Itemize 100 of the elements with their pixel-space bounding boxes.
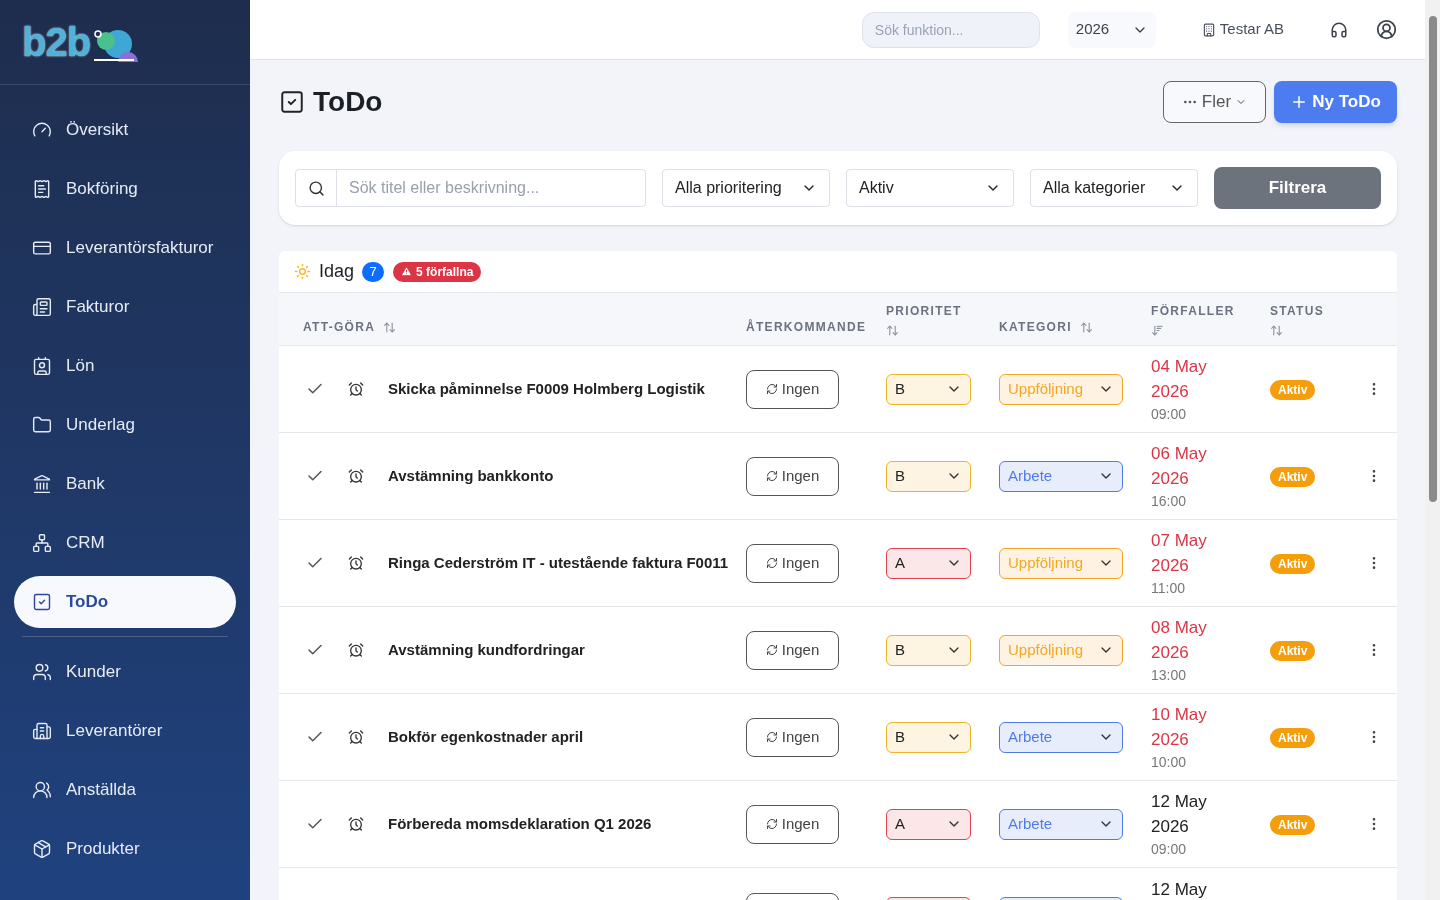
column-header: ÅTERKOMMANDE bbox=[746, 318, 867, 336]
due-date: 08 May bbox=[1151, 617, 1208, 639]
checkbox-icon bbox=[32, 591, 52, 612]
sort-icon[interactable] bbox=[886, 323, 899, 337]
priority-select[interactable]: B bbox=[886, 634, 971, 666]
priority-select[interactable]: B bbox=[886, 460, 971, 492]
priority-select[interactable]: B bbox=[886, 721, 971, 753]
due-time: 13:00 bbox=[1151, 666, 1188, 685]
sidebar-item[interactable]: Leverantörsfakturor bbox=[14, 221, 236, 274]
repeat-icon bbox=[765, 731, 778, 743]
priority-select[interactable]: A bbox=[886, 547, 971, 579]
priority-select[interactable]: A bbox=[886, 808, 971, 840]
logo-text: b2b bbox=[22, 22, 91, 62]
filter-button[interactable]: Filtrera bbox=[1214, 167, 1381, 209]
task-title: Skicka påminnelse F0009 Holmberg Logistik bbox=[388, 378, 706, 399]
people-icon bbox=[32, 779, 52, 800]
task-search-field[interactable]: Sök titel eller beskrivning... bbox=[295, 169, 646, 207]
recurrence-button[interactable]: Ingen bbox=[746, 804, 839, 844]
scrollbar-thumb[interactable] bbox=[1428, 16, 1437, 502]
due-date: 10 May bbox=[1151, 704, 1208, 726]
building-icon bbox=[1201, 22, 1216, 37]
year-select[interactable]: 2026 bbox=[1067, 11, 1156, 48]
recurrence-button[interactable]: Ingen bbox=[746, 543, 839, 583]
repeat-icon bbox=[765, 557, 778, 569]
company-button[interactable]: Testar AB bbox=[1201, 18, 1284, 41]
sidebar-item[interactable]: Fakturor bbox=[14, 280, 236, 333]
filter-select[interactable]: Alla kategorier bbox=[1030, 169, 1198, 207]
box-icon bbox=[32, 838, 52, 859]
alarm-clock-icon[interactable] bbox=[348, 381, 364, 397]
sort-icon[interactable] bbox=[1079, 320, 1093, 334]
alarm-clock-icon[interactable] bbox=[348, 468, 364, 484]
page-title: ToDo bbox=[313, 85, 383, 119]
document-icon bbox=[32, 296, 52, 317]
network-icon bbox=[32, 532, 52, 553]
status-badge: Aktiv bbox=[1270, 641, 1316, 661]
status-badge: Aktiv bbox=[1270, 467, 1316, 487]
due-year: 2026 bbox=[1151, 816, 1190, 838]
priority-select[interactable]: B bbox=[886, 373, 971, 405]
status-badge: Aktiv bbox=[1270, 728, 1316, 748]
due-time: 09:00 bbox=[1151, 405, 1188, 424]
folder-icon bbox=[32, 414, 52, 435]
task-title: Avstämning kundfordringar bbox=[388, 639, 586, 660]
repeat-icon bbox=[765, 644, 778, 656]
due-year: 2026 bbox=[1151, 642, 1190, 664]
alarm-clock-icon[interactable] bbox=[348, 729, 364, 745]
repeat-icon bbox=[765, 383, 778, 395]
due-time: 09:00 bbox=[1151, 840, 1188, 859]
due-time: 10:00 bbox=[1151, 753, 1188, 772]
sidebar-item[interactable]: Kunder bbox=[14, 645, 236, 698]
due-date: 04 May bbox=[1151, 356, 1208, 378]
due-date: 12 May bbox=[1151, 791, 1208, 813]
alarm-clock-icon[interactable] bbox=[348, 816, 364, 832]
search-icon bbox=[307, 179, 325, 197]
recurrence-button[interactable]: Ingen bbox=[746, 630, 839, 670]
more-button[interactable]: Fler bbox=[1163, 81, 1266, 123]
task-title: Ringa Cederström IT - utestående faktura F0011 bbox=[388, 552, 730, 573]
due-date: 12 May bbox=[1151, 879, 1208, 900]
sidebar-item[interactable]: Lön bbox=[14, 339, 236, 392]
filter-select[interactable]: Aktiv bbox=[846, 169, 1014, 207]
sort-icon[interactable] bbox=[383, 320, 397, 334]
checkbox-icon bbox=[279, 89, 305, 115]
sidebar-item[interactable]: Översikt bbox=[14, 103, 236, 156]
sidebar-item[interactable]: Bank bbox=[14, 457, 236, 510]
column-header: KATEGORI bbox=[999, 319, 1072, 336]
task-title: Förbereda momsdeklaration Q1 2026 bbox=[388, 813, 653, 834]
users-icon bbox=[32, 661, 52, 682]
filter-select[interactable]: Alla prioritering bbox=[662, 169, 830, 207]
sidebar-item[interactable]: Leverantörer bbox=[14, 704, 236, 757]
headset-icon[interactable] bbox=[1330, 20, 1348, 39]
scrollbar[interactable] bbox=[1425, 0, 1440, 900]
alarm-clock-icon[interactable] bbox=[348, 642, 364, 658]
column-header: FÖRFALLER bbox=[1151, 302, 1236, 320]
user-avatar-icon[interactable] bbox=[1376, 19, 1397, 40]
column-header: PRIORITET bbox=[886, 302, 963, 320]
sort-icon[interactable] bbox=[1270, 323, 1283, 337]
due-year: 2026 bbox=[1151, 555, 1190, 577]
sidebar-item[interactable]: Bokföring bbox=[14, 162, 236, 215]
status-badge: Aktiv bbox=[1270, 815, 1316, 835]
recurrence-button[interactable]: Ingen bbox=[746, 456, 839, 496]
recurrence-button[interactable]: Ingen bbox=[746, 717, 839, 757]
sidebar-item[interactable]: Underlag bbox=[14, 398, 236, 451]
due-date: 07 May bbox=[1151, 530, 1208, 552]
recurrence-button[interactable]: Ingen bbox=[746, 369, 839, 409]
bank-icon bbox=[32, 473, 52, 494]
sidebar-item[interactable]: Anställda bbox=[14, 763, 236, 816]
new-todo-button[interactable]: Ny ToDo bbox=[1274, 81, 1397, 123]
receipt-icon bbox=[32, 178, 52, 199]
overdue-badge: 5 förfallna bbox=[393, 261, 482, 282]
column-header: STATUS bbox=[1270, 302, 1326, 320]
due-time: 11:00 bbox=[1151, 579, 1186, 598]
sidebar-item[interactable]: CRM bbox=[14, 516, 236, 569]
task-title: Avstämning bankkonto bbox=[388, 465, 555, 486]
task-search-input[interactable]: Sök titel eller beskrivning... bbox=[337, 176, 645, 200]
due-time: 16:00 bbox=[1151, 492, 1188, 511]
sidebar-item[interactable]: Produkter bbox=[14, 822, 236, 875]
id-badge-icon bbox=[32, 355, 52, 376]
sidebar-item[interactable]: ToDo bbox=[14, 575, 236, 628]
function-search-field[interactable]: Sök funktion... bbox=[861, 11, 1040, 48]
sort-descending-icon[interactable] bbox=[1151, 323, 1164, 337]
alarm-clock-icon[interactable] bbox=[348, 555, 364, 571]
